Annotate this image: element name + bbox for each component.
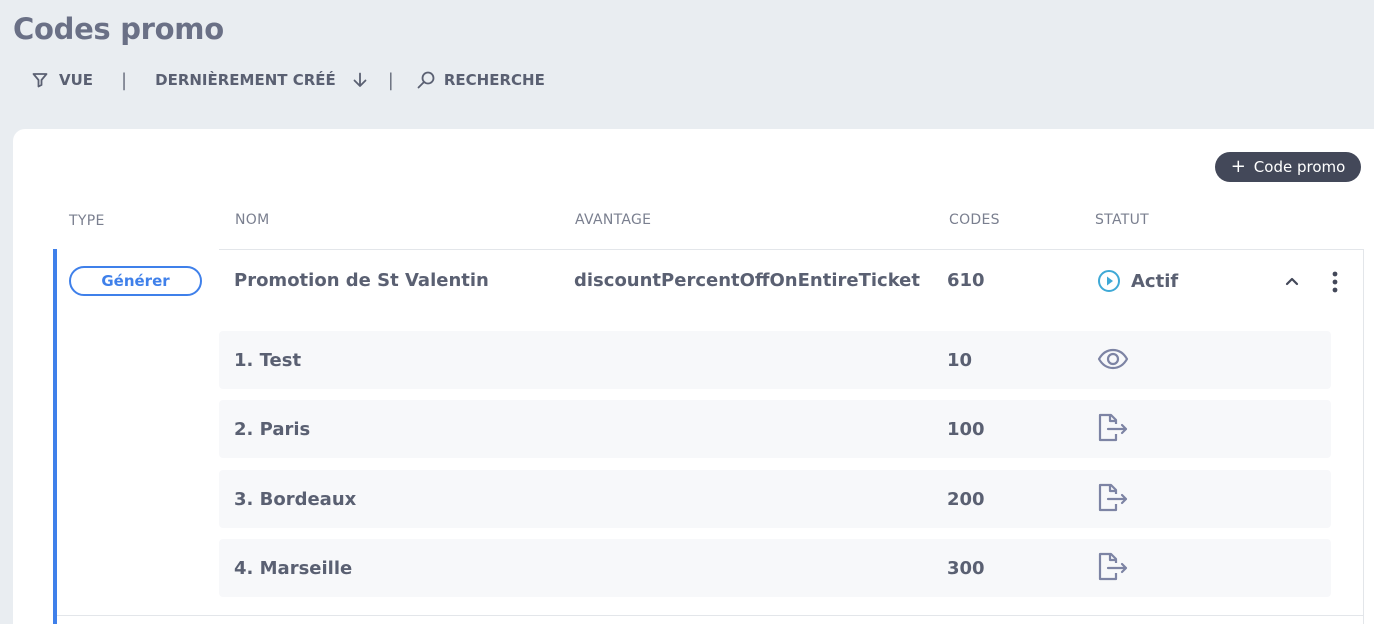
batch-row: 4. Marseille 300 [219,539,1331,597]
toolbar: VUE | DERNIÈREMENT CRÉÉ | RECHERCHE [30,66,545,94]
filter-icon [30,70,50,90]
batch-codes-count: 10 [947,350,973,371]
sort-label: DERNIÈREMENT CRÉÉ [155,71,336,89]
column-header-name: NOM [235,212,270,228]
promotion-name: Promotion de St Valentin [234,270,489,291]
file-export-icon [1098,483,1128,512]
batch-name: 4. Marseille [234,558,353,579]
promotion-codes-count: 610 [947,270,985,291]
export-batch-button[interactable] [1096,551,1130,583]
more-options-button[interactable] [1325,270,1345,294]
batch-row: 3. Bordeaux 200 [219,470,1331,528]
add-promo-code-label: Code promo [1253,158,1346,176]
column-header-status: STATUT [1095,212,1149,228]
batch-row: 1. Test 10 [219,331,1331,389]
file-export-icon [1098,552,1128,581]
batch-name: 2. Paris [234,419,311,440]
batch-codes-count: 100 [947,419,985,440]
search-label: RECHERCHE [443,71,545,89]
page-title: Codes promo [13,12,224,46]
promotion-advantage: discountPercentOffOnEntireTicket [574,270,920,291]
toolbar-separator: | [121,69,128,91]
type-badge-generate[interactable]: Générer [69,266,202,296]
export-batch-button[interactable] [1096,482,1130,514]
batch-codes-count: 300 [947,558,985,579]
export-batch-button[interactable] [1096,412,1130,444]
batch-codes-count: 200 [947,489,985,510]
status-label: Actif [1131,270,1179,292]
chevron-up-icon [1285,277,1299,286]
search-button[interactable]: RECHERCHE [416,70,545,90]
group-divider [57,615,1364,616]
collapse-button[interactable] [1281,271,1303,293]
view-filter-button[interactable]: VUE [30,70,93,90]
batch-name: 1. Test [234,350,302,371]
play-circle-icon [1097,269,1121,293]
kebab-menu-icon [1332,271,1338,293]
column-header-type: TYPE [69,213,105,229]
add-promo-code-button[interactable]: + Code promo [1215,152,1361,182]
toolbar-separator: | [387,69,394,91]
column-header-codes: CODES [949,212,1000,228]
plus-icon: + [1230,156,1246,177]
status-badge[interactable]: Actif [1097,269,1178,293]
search-icon [416,70,436,90]
file-export-icon [1098,413,1128,442]
batch-row: 2. Paris 100 [219,400,1331,458]
view-filter-label: VUE [59,71,94,89]
arrow-down-icon [350,70,370,90]
eye-icon [1097,348,1129,370]
view-batch-button[interactable] [1096,343,1130,375]
column-header-advantage: AVANTAGE [575,212,652,228]
batch-name: 3. Bordeaux [234,489,357,510]
sort-button[interactable]: DERNIÈREMENT CRÉÉ [155,70,370,90]
